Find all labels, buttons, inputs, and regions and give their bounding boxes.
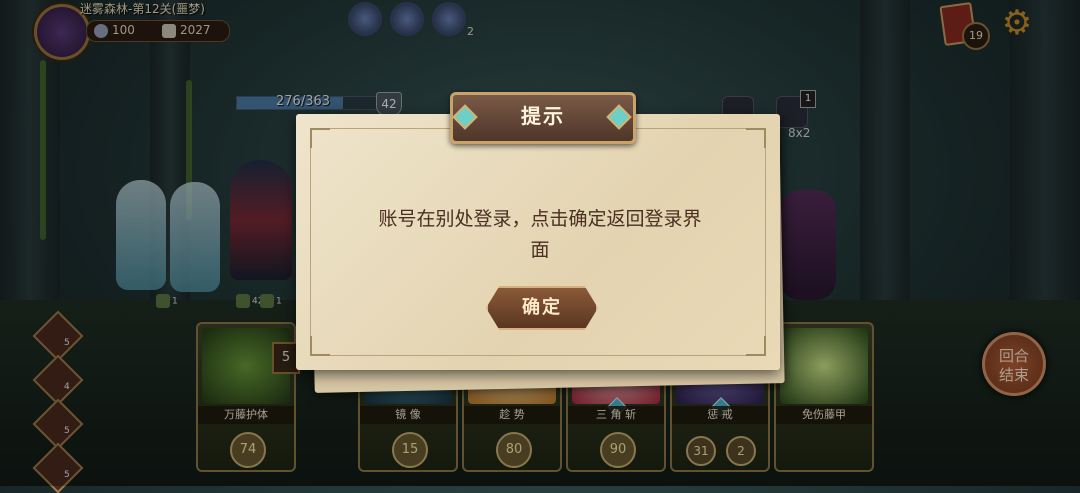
dialog-message-line2: 面 (530, 239, 550, 261)
confirm-button[interactable]: 确定 (486, 286, 598, 330)
corner-ornament-icon (746, 128, 766, 148)
corner-ornament-icon (310, 128, 330, 148)
dialog-message: 账号在别处登录，点击确定返回登录界 面 (340, 204, 740, 266)
dialog-message-line1: 账号在别处登录，点击确定返回登录界 (378, 208, 702, 230)
corner-ornament-icon (746, 336, 766, 356)
corner-ornament-icon (310, 336, 330, 356)
